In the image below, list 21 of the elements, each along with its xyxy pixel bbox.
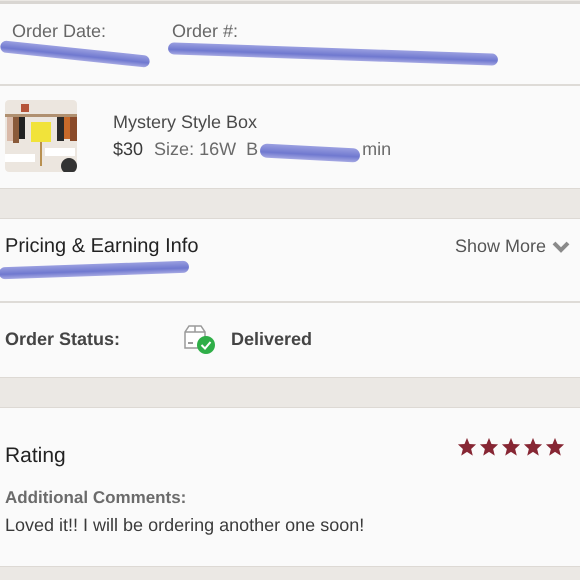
order-status-label: Order Status: [5, 329, 122, 350]
order-date-label: Order Date: [11, 21, 108, 42]
section-title: Pricing & Earning Info [5, 235, 198, 258]
star-icon [479, 437, 499, 456]
order-number-label: Order #: [172, 21, 238, 42]
star-icon [501, 437, 521, 456]
delivered-box-icon [183, 324, 217, 354]
comments-label: Additional Comments: [5, 488, 188, 508]
star-icon [457, 437, 477, 456]
order-status-value: Delivered [231, 329, 312, 350]
rating-title: Rating [5, 444, 66, 468]
star-icon [545, 437, 565, 456]
comment-text: Loved it!! I will be ordering another one soon! [5, 515, 366, 536]
chevron-icon [552, 240, 570, 252]
item-title: Mystery Style Box [113, 112, 258, 133]
item-price: $30 [113, 139, 144, 160]
item-size: Size: 16W [154, 139, 236, 160]
show-more-button[interactable]: Show More [454, 236, 570, 257]
buyer-text: min [362, 139, 392, 160]
star-icon [523, 437, 543, 456]
buyer-text: B [246, 139, 258, 160]
